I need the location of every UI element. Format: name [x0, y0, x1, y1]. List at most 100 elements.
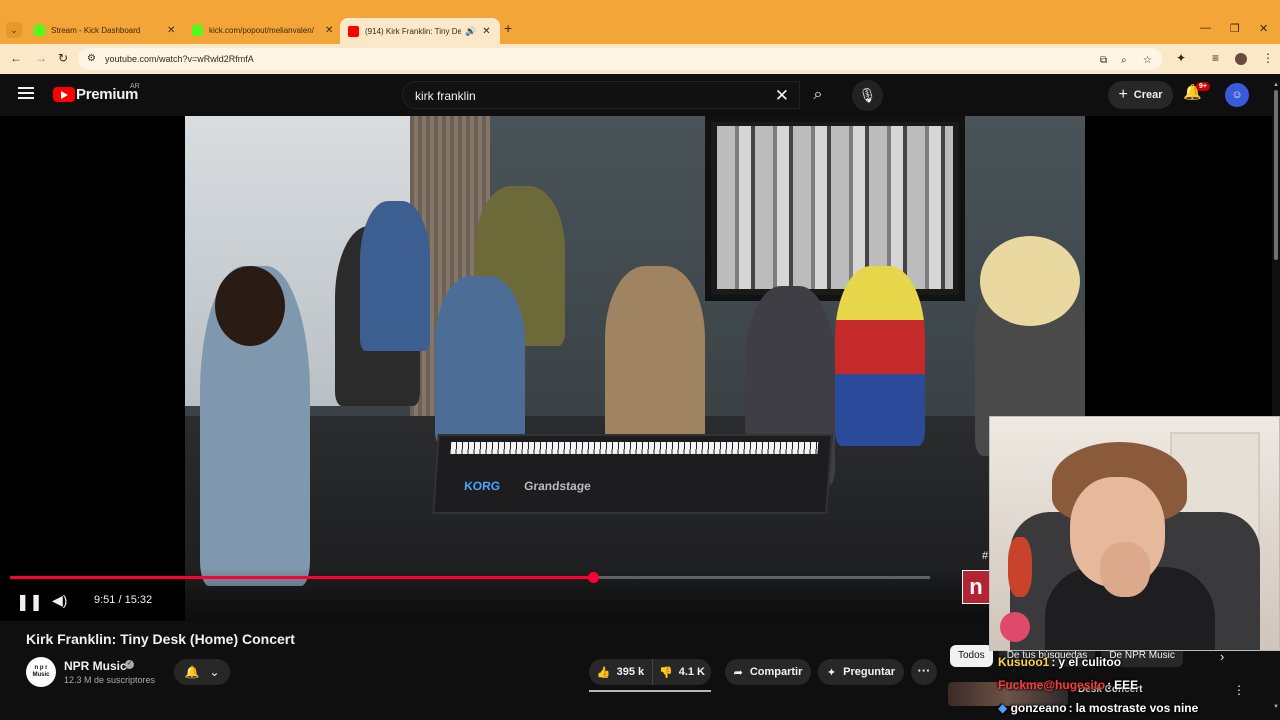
volume-icon[interactable]: ◀) — [52, 592, 67, 609]
close-icon[interactable]: ✕ — [482, 26, 490, 37]
pause-icon[interactable]: ❚❚ — [16, 592, 43, 612]
chat-username: gonzeano — [1010, 701, 1067, 715]
browser-tab-strip: ⌄ Stream - Kick Dashboard ✕ kick.com/pop… — [0, 0, 1280, 44]
like-button[interactable]: 👍 395 k — [589, 659, 653, 685]
performer — [360, 201, 430, 351]
tab-kick-popout[interactable]: kick.com/popout/melianvalen/ ✕ — [184, 18, 341, 42]
kick-favicon-icon — [34, 24, 45, 36]
like-count: 395 k — [616, 666, 645, 678]
share-button[interactable]: ➦ Compartir — [725, 659, 811, 685]
youtube-brand[interactable]: Premium — [76, 86, 138, 103]
chat-username: Fuckme@hugesito — [998, 678, 1106, 692]
subscriber-count: 12.3 M de suscriptores — [64, 675, 156, 685]
performer — [835, 266, 925, 446]
create-button[interactable]: + Crear — [1108, 81, 1173, 109]
media-control-icon[interactable]: ≡ — [1212, 51, 1219, 65]
install-icon[interactable]: ⧉ — [1100, 55, 1107, 66]
scrollbar-thumb[interactable] — [1274, 90, 1278, 260]
window-close-icon[interactable]: ✕ — [1259, 22, 1268, 35]
chat-message: Kusuoo1: y el culitoo — [998, 655, 1122, 669]
chat-badge-icon: ◆ — [998, 701, 1011, 715]
keyboard-model: Grandstage — [523, 479, 592, 493]
url-text: youtube.com/watch?v=wRwld2RfmfA — [105, 54, 254, 64]
account-avatar[interactable]: ☺ — [1225, 83, 1249, 107]
hash-mark: # — [982, 550, 989, 562]
thumbs-up-icon: 👍 — [596, 666, 611, 679]
like-underline — [589, 690, 711, 692]
chevron-right-icon[interactable]: › — [1220, 649, 1224, 664]
bookmark-star-icon[interactable]: ☆ — [1143, 55, 1152, 66]
video-title: Kirk Franklin: Tiny Desk (Home) Concert — [26, 631, 295, 647]
extensions-icon[interactable]: ✦ — [1176, 51, 1186, 65]
speaker-icon[interactable]: 🔊 — [465, 26, 476, 37]
minimize-icon[interactable]: — — [1200, 22, 1211, 34]
channel-avatar[interactable]: n p r Music — [26, 657, 56, 687]
site-info-icon[interactable]: ⚙ — [87, 53, 96, 64]
npr-watermark[interactable]: n — [962, 570, 990, 604]
reload-icon[interactable]: ↻ — [58, 51, 68, 65]
channel-name[interactable]: NPR Music — [64, 659, 127, 673]
scroll-up-icon[interactable]: ▲ — [1273, 82, 1279, 88]
stage-keyboard: KORG Grandstage — [432, 434, 833, 514]
close-icon[interactable]: ✕ — [325, 25, 333, 36]
new-tab-button[interactable]: + — [504, 20, 512, 36]
dislike-button[interactable]: 👎 4.1 K — [653, 659, 711, 685]
chat-message: Fuckme@hugesito: EEE — [998, 678, 1139, 692]
ask-button[interactable]: ✦ Preguntar — [818, 659, 904, 685]
progress-bar[interactable] — [10, 572, 930, 583]
share-label: Compartir — [749, 666, 803, 678]
streamer-webcam — [989, 416, 1280, 651]
scroll-down-icon[interactable]: ▼ — [1273, 704, 1279, 710]
more-actions-icon[interactable]: ··· — [911, 659, 937, 685]
thumbs-down-icon: 👎 — [659, 666, 673, 679]
video-frame[interactable]: KORG Grandstage — [185, 116, 1085, 621]
ask-label: Preguntar — [843, 666, 896, 678]
cam-flower — [1000, 612, 1030, 642]
forward-icon[interactable]: → — [35, 51, 47, 65]
share-icon: ➦ — [733, 666, 743, 679]
zoom-icon[interactable]: ⌕ — [1121, 55, 1127, 66]
tab-label: Stream - Kick Dashboard — [51, 25, 141, 35]
back-icon[interactable]: ← — [10, 51, 22, 65]
search-input[interactable]: kirk franklin ✕ — [402, 81, 800, 109]
create-label: Crear — [1133, 89, 1163, 101]
chevron-down-icon: ⌄ — [209, 665, 220, 679]
restore-icon[interactable]: ❐ — [1230, 22, 1240, 35]
chip-all[interactable]: Todos — [950, 645, 993, 667]
chat-text: la mostraste vos nine — [1075, 701, 1199, 715]
cam-hand — [1100, 542, 1150, 597]
performer-hair — [980, 236, 1080, 326]
chat-message: ◆ gonzeano: la mostraste vos nine — [998, 701, 1199, 715]
close-icon[interactable]: ✕ — [167, 25, 175, 36]
verified-icon: ✓ — [125, 660, 134, 669]
search-icon[interactable]: ⌕ — [800, 81, 836, 109]
sparkle-icon: ✦ — [826, 666, 837, 679]
tab-label: kick.com/popout/melianvalen/ — [209, 25, 314, 35]
country-code: AR — [130, 83, 140, 90]
youtube-header: Premium AR kirk franklin ✕ ⌕ 🎙 + Crear 🔔… — [0, 74, 1280, 116]
kick-favicon-icon — [192, 24, 203, 36]
tab-kick-dashboard[interactable]: Stream - Kick Dashboard ✕ — [26, 18, 183, 42]
chat-text: EEE — [1114, 678, 1139, 692]
hamburger-menu-icon[interactable] — [18, 87, 34, 99]
address-bar[interactable]: ⚙ youtube.com/watch?v=wRwld2RfmfA ⧉ ⌕ ☆ — [78, 48, 1162, 70]
like-dislike-bar: 👍 395 k 👎 4.1 K — [589, 659, 711, 685]
plus-icon: + — [1118, 86, 1128, 103]
bell-icon: 🔔 — [184, 665, 200, 679]
clear-search-icon[interactable]: ✕ — [775, 86, 789, 106]
browser-toolbar: ← → ↻ ⚙ youtube.com/watch?v=wRwld2RfmfA … — [0, 44, 1280, 74]
youtube-favicon-icon — [348, 25, 359, 37]
subscription-bell-button[interactable]: 🔔 ⌄ — [174, 659, 230, 685]
dislike-count: 4.1 K — [678, 666, 705, 678]
profile-avatar[interactable] — [1235, 53, 1247, 65]
performer — [605, 266, 705, 446]
youtube-logo-icon[interactable] — [53, 87, 75, 102]
recommended-more-icon[interactable]: ⋮ — [1233, 683, 1245, 697]
search-query: kirk franklin — [415, 89, 476, 103]
tab-label: (914) Kirk Franklin: Tiny Desk — [365, 26, 461, 36]
tab-search-button[interactable]: ⌄ — [6, 22, 22, 38]
tab-youtube-active[interactable]: (914) Kirk Franklin: Tiny Desk 🔊 ✕ — [340, 18, 500, 44]
browser-menu-icon[interactable]: ⋮ — [1262, 51, 1274, 65]
notification-badge: 9+ — [1196, 82, 1210, 91]
microphone-icon[interactable]: 🎙 — [852, 80, 883, 111]
